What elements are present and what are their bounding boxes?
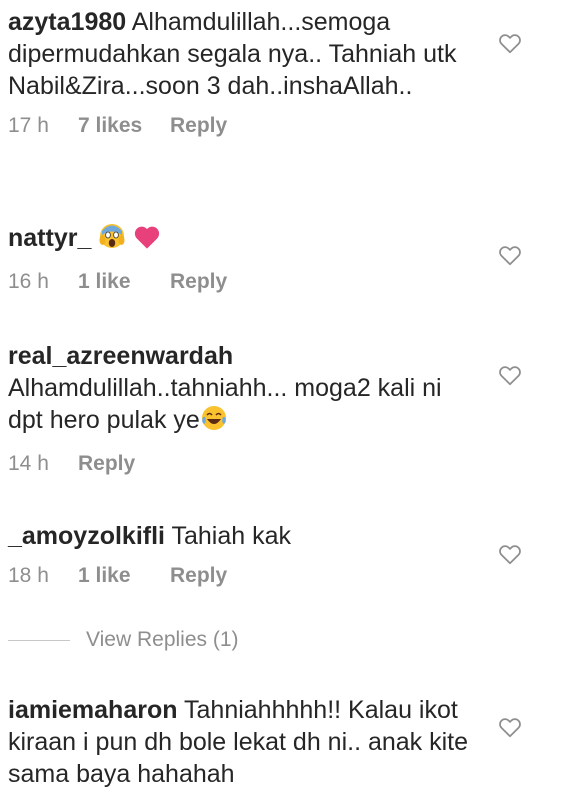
comment-likes[interactable]: 1 like [78,268,170,296]
tears-of-joy-face-emoji [200,404,228,440]
reply-button[interactable]: Reply [170,112,227,140]
comment-3: real_azreenwardah Alhamdulillah..tahniah… [8,340,478,478]
screaming-face-emoji [98,222,126,258]
comment-2: nattyr_ 16 h 1 like Reply [8,222,478,296]
comment-4: _amoyzolkifli Tahiah kak 18 h 1 like Rep… [8,520,478,590]
comment-likes[interactable]: 7 likes [78,112,170,140]
comment-text: Tahiah kak [171,522,292,550]
heart-icon[interactable] [497,714,523,740]
comment-meta: 14 h Reply [8,450,478,478]
heart-icon[interactable] [497,541,523,567]
reply-button[interactable]: Reply [170,562,227,590]
heart-icon[interactable] [497,30,523,56]
comment-time: 17 h [8,114,49,137]
reply-button[interactable]: Reply [170,268,227,296]
comment-meta: 17 h 7 likes Reply [8,112,478,140]
comment-username[interactable]: _amoyzolkifli [8,522,165,550]
view-replies-button[interactable]: View Replies (1) [8,628,239,652]
comment-time: 18 h [8,564,49,587]
comment-time: 14 h [8,452,49,475]
comment-meta: 16 h 1 like Reply [8,268,478,296]
view-replies-label: View Replies (1) [86,628,239,651]
comment-body: iamiemaharon Tahniahhhhh!! Kalau ikot ki… [8,694,478,790]
comment-likes[interactable]: 1 like [78,562,170,590]
pink-heart-emoji [133,224,161,258]
comment-body: _amoyzolkifli Tahiah kak [8,520,478,552]
view-replies-divider [8,639,70,641]
comment-body: azyta1980 Alhamdulillah...semoga dipermu… [8,6,478,102]
reply-button[interactable]: Reply [78,450,135,478]
comment-time: 16 h [8,270,49,293]
comment-username[interactable]: azyta1980 [8,8,126,36]
comment-1: azyta1980 Alhamdulillah...semoga dipermu… [8,6,478,140]
comment-meta: 18 h 1 like Reply [8,562,478,590]
comment-body: real_azreenwardah Alhamdulillah..tahniah… [8,340,478,440]
comment-username[interactable]: real_azreenwardah [8,342,233,370]
heart-icon[interactable] [497,362,523,388]
comment-username[interactable]: iamiemaharon [8,696,178,724]
comment-username[interactable]: nattyr_ [8,224,91,252]
heart-icon[interactable] [497,242,523,268]
comment-body: nattyr_ [8,222,478,258]
comment-5: iamiemaharon Tahniahhhhh!! Kalau ikot ki… [8,694,478,790]
